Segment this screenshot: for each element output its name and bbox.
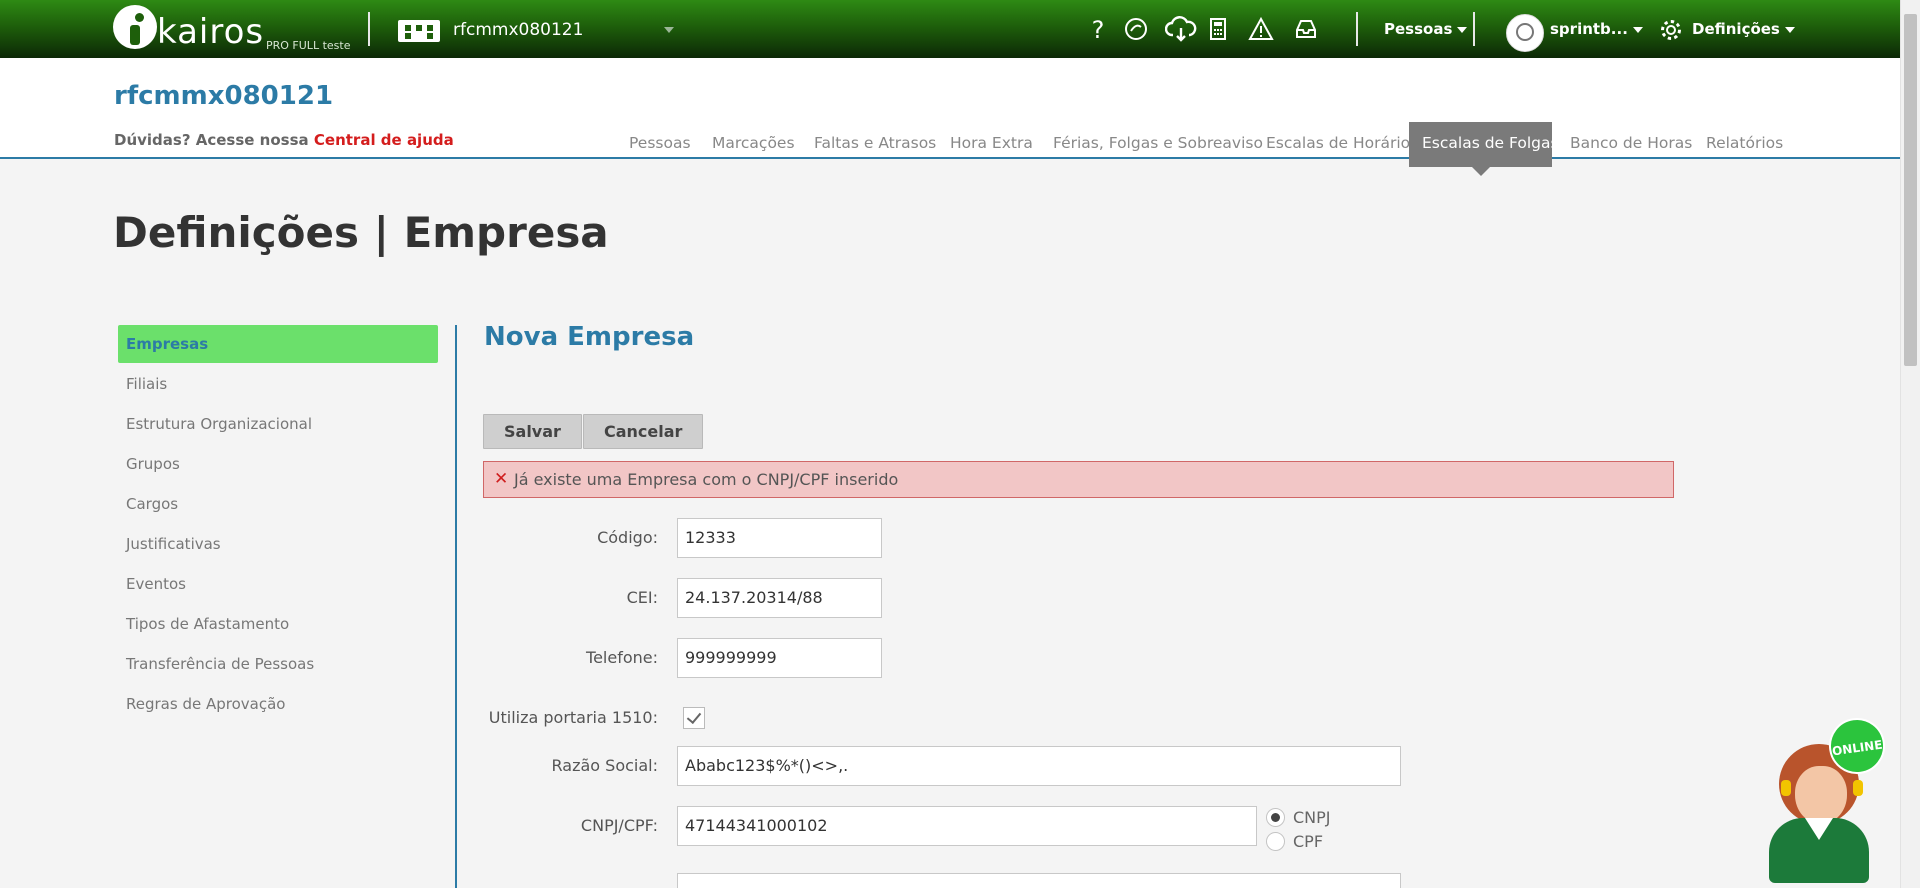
logo-subtitle: PRO FULL teste [266, 39, 351, 52]
help-center-link[interactable]: Central de ajuda [314, 131, 454, 149]
divider [1473, 12, 1475, 46]
nav-escalas-folgas[interactable]: Escalas de Folgas [1409, 122, 1559, 176]
gear-icon[interactable] [1658, 17, 1684, 45]
inbox-icon[interactable] [1292, 16, 1320, 44]
scrollbar-thumb[interactable] [1904, 14, 1917, 366]
support-chat-icon[interactable] [1122, 16, 1150, 44]
pessoas-menu-label: Pessoas [1384, 20, 1453, 38]
tenant-selector[interactable]: rfcmmx080121 [453, 20, 583, 40]
sidebar-item-empresas[interactable]: Empresas [118, 325, 438, 363]
logo-wordmark: kairos [157, 12, 265, 52]
chevron-down-icon [1632, 26, 1643, 33]
user-menu[interactable]: sprintb... [1550, 20, 1643, 38]
nav-marcacoes[interactable]: Marcações [699, 122, 808, 167]
save-button[interactable]: Salvar [483, 414, 582, 449]
cnpj-cpf-field[interactable]: 47144341000102 [677, 806, 1257, 846]
definicoes-menu-label: Definições [1692, 20, 1780, 38]
cnpj-cpf-label: CNPJ/CPF: [580, 816, 658, 835]
online-chat-widget[interactable]: ONLINE [1765, 714, 1889, 888]
chevron-down-icon [1784, 26, 1795, 33]
divider [1356, 12, 1358, 46]
sidebar-item-afastamento[interactable]: Tipos de Afastamento [118, 605, 438, 643]
sidebar-item-grupos[interactable]: Grupos [118, 445, 438, 483]
next-field-partial[interactable] [677, 873, 1401, 888]
portaria-label: Utiliza portaria 1510: [488, 708, 658, 727]
telefone-label: Telefone: [586, 648, 658, 667]
pessoas-menu[interactable]: Pessoas [1384, 20, 1468, 38]
cloud-download-icon[interactable] [1164, 16, 1198, 44]
codigo-field[interactable]: 12333 [677, 518, 882, 558]
nav-escalas-horario[interactable]: Escalas de Horário [1253, 122, 1423, 167]
nav-hora-extra[interactable]: Hora Extra [937, 122, 1046, 167]
chevron-down-icon[interactable] [664, 27, 674, 33]
headset-icon [1781, 780, 1791, 796]
nav-banco-horas[interactable]: Banco de Horas [1557, 122, 1705, 167]
page-scrollbar[interactable] [1900, 0, 1920, 888]
cnpj-radio-label: CNPJ [1293, 808, 1331, 827]
razao-social-label: Razão Social: [551, 756, 658, 775]
definicoes-menu[interactable]: Definições [1692, 20, 1795, 38]
cei-label: CEI: [626, 588, 658, 607]
telefone-field[interactable]: 999999999 [677, 638, 882, 678]
cpf-radio[interactable] [1266, 832, 1285, 851]
company-building-icon [398, 20, 440, 42]
sidebar-item-regras-aprovacao[interactable]: Regras de Aprovação [118, 685, 438, 723]
sidebar-item-transferencia[interactable]: Transferência de Pessoas [118, 645, 438, 683]
error-message: Já existe uma Empresa com o CNPJ/CPF ins… [514, 470, 899, 489]
sidebar-item-estrutura[interactable]: Estrutura Organizacional [118, 405, 438, 443]
help-prefix: Dúvidas? Acesse nossa [114, 131, 309, 149]
portaria-1510-checkbox[interactable] [683, 707, 705, 729]
user-name-label: sprintb... [1550, 20, 1628, 38]
sidebar-item-cargos[interactable]: Cargos [118, 485, 438, 523]
sidebar-item-filiais[interactable]: Filiais [118, 365, 438, 403]
error-alert: ✕ Já existe uma Empresa com o CNPJ/CPF i… [483, 461, 1674, 498]
form-title: Nova Empresa [484, 322, 695, 352]
nav-pessoas[interactable]: Pessoas [616, 122, 704, 167]
cancel-button[interactable]: Cancelar [583, 414, 704, 449]
nav-ferias-folgas[interactable]: Férias, Folgas e Sobreaviso [1040, 122, 1276, 167]
headset-icon [1853, 780, 1863, 796]
chevron-down-icon [1457, 26, 1468, 33]
sidebar-item-eventos[interactable]: Eventos [118, 565, 438, 603]
calculator-icon[interactable] [1204, 16, 1232, 44]
help-text: Dúvidas? Acesse nossa Central de ajuda [114, 131, 454, 149]
site-title: rfcmmx080121 [114, 81, 334, 111]
cnpj-radio[interactable] [1266, 808, 1285, 827]
avatar[interactable] [1506, 14, 1544, 52]
cei-field[interactable]: 24.137.20314/88 [677, 578, 882, 618]
codigo-label: Código: [597, 528, 658, 547]
chat-agent-face [1795, 766, 1847, 824]
nav-relatorios[interactable]: Relatórios [1693, 122, 1796, 167]
cpf-radio-label: CPF [1293, 832, 1324, 851]
warning-icon[interactable] [1247, 16, 1275, 44]
sidebar-item-justificativas[interactable]: Justificativas [118, 525, 438, 563]
close-icon: ✕ [494, 469, 509, 489]
page-title: Definições | Empresa [113, 208, 609, 257]
section-divider [455, 325, 457, 888]
razao-social-field[interactable]: Ababc123$%*()<>,. [677, 746, 1401, 786]
question-icon[interactable]: ? [1084, 16, 1112, 44]
divider [368, 12, 370, 46]
top-bar: kairos PRO FULL teste rfcmmx080121 ? Pes… [0, 0, 1900, 58]
header: rfcmmx080121 Dúvidas? Acesse nossa Centr… [0, 58, 1900, 176]
nav-faltas-atrasos[interactable]: Faltas e Atrasos [801, 122, 949, 167]
logo-mark-icon [113, 5, 157, 49]
